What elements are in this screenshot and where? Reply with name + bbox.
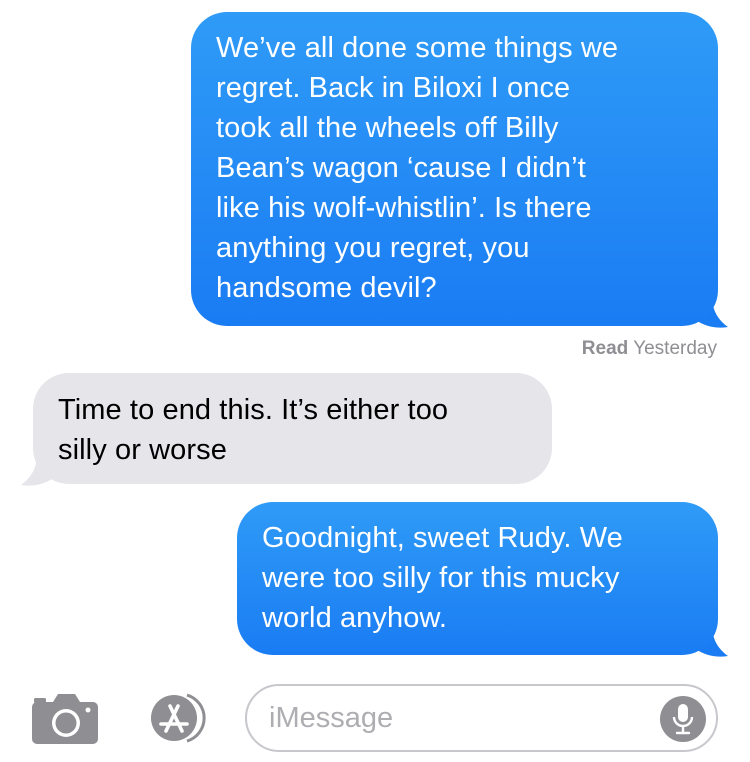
message-input-container xyxy=(245,684,718,752)
message-line: anything you regret, you xyxy=(216,232,530,264)
read-time: Yesterday xyxy=(633,338,717,359)
message-bubble-sent[interactable]: Goodnight, sweet Rudy. We were too silly… xyxy=(237,502,718,655)
microphone-button[interactable] xyxy=(660,696,706,742)
message-input[interactable] xyxy=(269,698,649,738)
message-line: Bean’s wagon ‘cause I didn’t xyxy=(216,152,586,184)
message-line: silly or worse xyxy=(58,434,227,466)
message-line: regret. Back in Biloxi I once xyxy=(216,72,571,104)
message-line: Goodnight, sweet Rudy. We xyxy=(262,522,623,554)
message-line: like his wolf-whistlin’. Is there xyxy=(216,192,592,224)
camera-button[interactable] xyxy=(31,690,101,746)
message-line: took all the wheels off Billy xyxy=(216,112,559,144)
message-line: We’ve all done some things we xyxy=(216,32,619,64)
message-bubble-sent[interactable]: We’ve all done some things we regret. Ba… xyxy=(191,12,718,326)
app-store-button[interactable] xyxy=(137,690,213,746)
microphone-icon xyxy=(660,696,706,742)
message-line: Time to end this. It’s either too xyxy=(58,394,449,426)
message-line: were too silly for this mucky xyxy=(262,562,620,594)
message-line: handsome devil? xyxy=(216,272,437,304)
app-store-icon xyxy=(151,693,206,743)
read-status: Read xyxy=(581,338,629,359)
message-bubble-received[interactable]: Time to end this. It’s either too silly … xyxy=(33,373,552,484)
camera-icon xyxy=(32,694,98,744)
messages-screen: We’ve all done some things we regret. Ba… xyxy=(0,0,750,762)
message-line: world anyhow. xyxy=(262,602,448,634)
read-receipt: Read Yesterday xyxy=(582,338,717,360)
